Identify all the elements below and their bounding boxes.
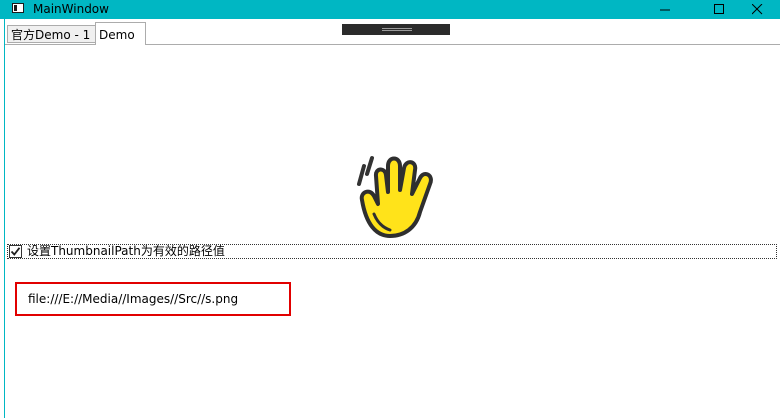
checkmark-icon [10,247,21,256]
minimize-button[interactable] [642,0,688,19]
thumbnail-path-highlight: file:///E://Media//Images//Src//s.png [15,282,291,316]
app-window-icon [12,3,24,13]
thumbnail-path-checkbox[interactable] [9,245,22,258]
grip-line-icon [382,28,412,29]
title-bar[interactable]: MainWindow [0,0,780,19]
maximize-icon [714,4,724,14]
close-button[interactable] [734,0,780,19]
thumbnail-path-text: file:///E://Media//Images//Src//s.png [28,292,239,306]
tab-official-demo-1[interactable]: 官方Demo - 1 [7,25,96,43]
grip-line-icon [382,30,412,31]
window-title: MainWindow [33,2,109,16]
thumbnail-path-checkbox-row[interactable]: 设置ThumbnailPath为有效的路径值 [7,244,777,259]
tab-demo[interactable]: Demo [95,22,146,45]
drag-handle[interactable] [342,24,450,35]
close-icon [752,4,763,15]
waving-hand-icon [357,156,433,238]
window-left-border [0,19,5,418]
minimize-icon [660,9,670,11]
thumbnail-path-checkbox-label: 设置ThumbnailPath为有效的路径值 [27,244,225,258]
